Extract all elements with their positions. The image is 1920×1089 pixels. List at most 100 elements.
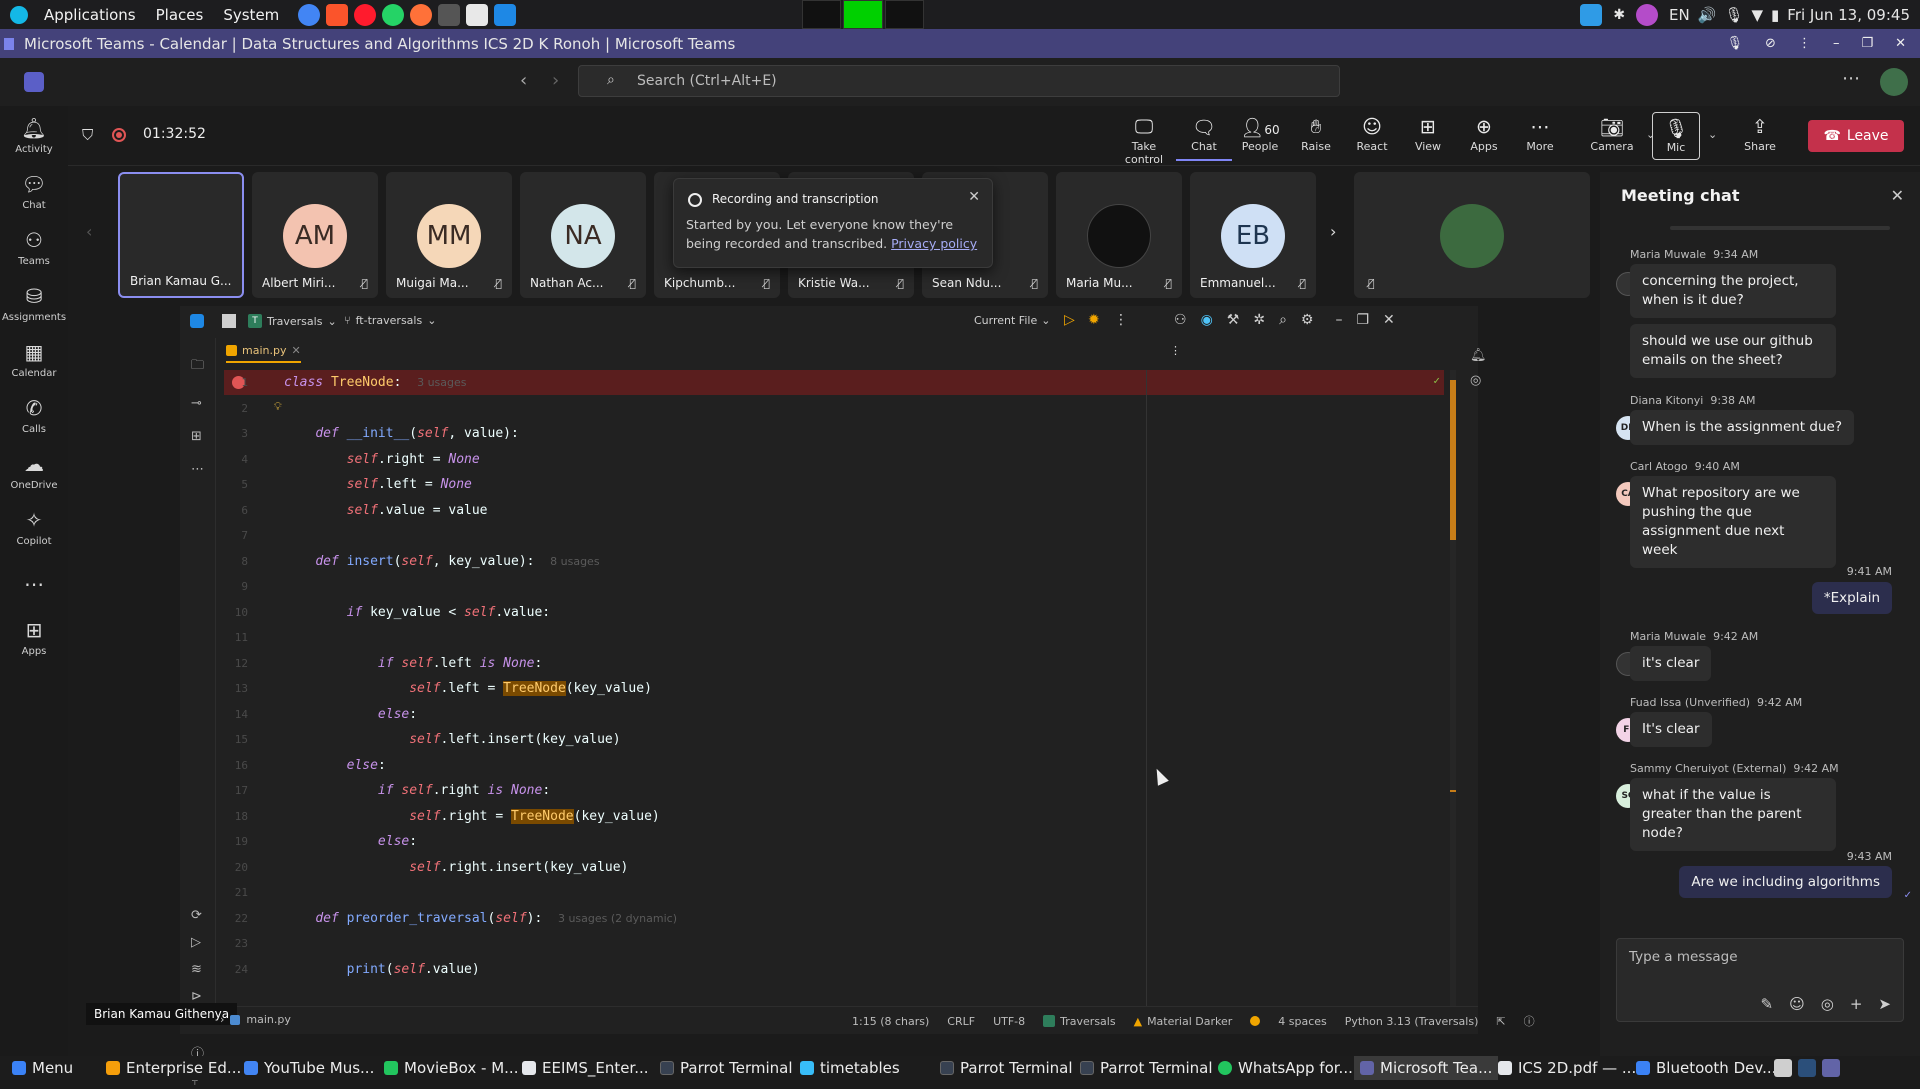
close-icon[interactable]: ✕ xyxy=(1383,312,1395,328)
share-button[interactable]: ⇪ Share xyxy=(1732,116,1788,153)
tray-app-icon[interactable] xyxy=(1798,1059,1816,1077)
status-theme[interactable]: ▲ Material Darker xyxy=(1134,1015,1233,1028)
lock-icon[interactable]: ⇱ xyxy=(1496,1015,1505,1028)
taskbar-item[interactable]: ICS 2D.pdf — ... xyxy=(1498,1058,1636,1078)
clock[interactable]: Fri Jun 13, 09:45 xyxy=(1787,6,1910,24)
code-line[interactable]: 19 else: xyxy=(224,829,1444,854)
status-project[interactable]: Traversals xyxy=(1043,1015,1116,1028)
project-selector[interactable]: T Traversals ⌄ xyxy=(248,314,337,328)
rail-more[interactable]: ⋯ xyxy=(0,572,68,600)
mic-button[interactable]: 🎙︎ Mic xyxy=(1652,112,1700,160)
mic-chevron-icon[interactable]: ⌄ xyxy=(1708,128,1717,141)
participant-tile[interactable]: 🎙̸ xyxy=(1354,172,1590,298)
window-menu-icon[interactable]: ⋮ xyxy=(1798,36,1811,51)
layers-icon[interactable]: ≋ xyxy=(191,962,204,977)
code-line[interactable]: 18 self.right = TreeNode(key_value) xyxy=(224,804,1444,829)
tray-app-icon[interactable] xyxy=(1822,1059,1840,1077)
my-chat-message[interactable]: Are we including algorithms xyxy=(1679,866,1892,898)
participant-tile[interactable]: NA Nathan Ac... 🎙̸ xyxy=(520,172,646,298)
taskbar-item[interactable]: timetables xyxy=(800,1058,900,1078)
run-tool-icon[interactable]: ▷ xyxy=(191,935,204,950)
close-popup-icon[interactable]: ✕ xyxy=(968,189,980,205)
chat-button[interactable]: 🗨︎ Chat xyxy=(1176,116,1232,161)
chrome-icon[interactable] xyxy=(298,3,321,26)
indent-setting[interactable]: 4 spaces xyxy=(1278,1015,1327,1028)
rail-calendar[interactable]: ▦ Calendar xyxy=(0,340,68,379)
react-button[interactable]: ☺ React xyxy=(1344,116,1400,153)
code-line[interactable]: 20 self.right.insert(key_value) xyxy=(224,855,1444,880)
view-button[interactable]: ⊞ View xyxy=(1400,116,1456,153)
code-line[interactable]: 2 xyxy=(224,396,1444,421)
code-line[interactable]: 11 xyxy=(224,625,1444,650)
firefox-icon[interactable] xyxy=(410,3,433,26)
attach-plus-icon[interactable]: + xyxy=(1850,995,1863,1013)
services-icon[interactable]: ⊳ xyxy=(191,989,204,1004)
places-menu[interactable]: Places xyxy=(148,6,212,24)
code-line[interactable]: 9 xyxy=(224,574,1444,599)
taskbar-item-active[interactable]: Microsoft Tea... xyxy=(1354,1056,1499,1080)
code-line[interactable]: 16 else: xyxy=(224,753,1444,778)
code-line[interactable]: 21 xyxy=(224,880,1444,905)
maximize-icon[interactable]: ❐ xyxy=(1861,36,1873,51)
message-compose-box[interactable]: Type a message ✎ ☺ ◎ + ➤ xyxy=(1616,938,1904,1022)
bluetooth-icon[interactable]: ✱ xyxy=(1613,7,1625,23)
participant-tile[interactable]: Brian Kamau G... xyxy=(118,172,244,298)
whatsapp-icon[interactable] xyxy=(382,3,405,26)
format-icon[interactable]: ✎ xyxy=(1761,995,1774,1013)
taskbar-item[interactable]: Bluetooth Dev... xyxy=(1636,1058,1776,1078)
search-input[interactable]: ⌕ Search (Ctrl+Alt+E) xyxy=(578,65,1340,97)
rail-chat[interactable]: 💬︎ Chat xyxy=(0,172,68,211)
chat-message[interactable]: it's clear xyxy=(1630,646,1712,681)
forward-arrow-icon[interactable]: › xyxy=(552,70,559,91)
cloud-icon[interactable] xyxy=(1580,3,1603,26)
code-line[interactable]: 14 else: xyxy=(224,702,1444,727)
code-line[interactable]: 5 self.left = None xyxy=(224,472,1444,497)
opera-icon[interactable] xyxy=(354,3,377,26)
code-line[interactable]: 8 def insert(self, key_value): 8 usages xyxy=(224,549,1444,574)
python-console-icon[interactable]: ⟳ xyxy=(191,908,204,923)
applications-menu[interactable]: Applications xyxy=(36,6,144,24)
emoji-icon[interactable]: ☺ xyxy=(1789,995,1805,1013)
chat-message[interactable]: what if the value is greater than the pa… xyxy=(1630,778,1836,851)
people-button[interactable]: 👤︎60 People xyxy=(1232,116,1288,153)
participant-tile[interactable]: MM Muigai Ma... 🎙̸ xyxy=(386,172,512,298)
close-chat-icon[interactable]: ✕ xyxy=(1891,186,1904,205)
send-icon[interactable]: ➤ xyxy=(1878,995,1891,1013)
more-icon[interactable]: ⋮ xyxy=(1114,312,1128,328)
restore-icon[interactable]: ❐ xyxy=(1356,312,1369,328)
line-endings[interactable]: CRLF xyxy=(947,1015,975,1028)
code-line[interactable]: 15 self.left.insert(key_value) xyxy=(224,727,1444,752)
app-tray-icon[interactable] xyxy=(1636,3,1659,26)
hamburger-icon[interactable] xyxy=(222,314,236,328)
code-line[interactable]: 24 print(self.value) xyxy=(224,957,1444,982)
scroll-left-icon[interactable]: ‹ xyxy=(86,222,92,241)
tabs-menu-icon[interactable]: ⋮ xyxy=(1170,344,1181,357)
file-encoding[interactable]: UTF-8 xyxy=(993,1015,1025,1028)
participant-tile[interactable]: EB Emmanuel... 🎙̸ xyxy=(1190,172,1316,298)
info-icon[interactable]: ⓘ xyxy=(1524,1013,1535,1029)
copilot-icon[interactable]: ◉ xyxy=(1201,312,1213,328)
chat-message[interactable]: What repository are we pushing the que a… xyxy=(1630,476,1836,568)
editor-icon[interactable] xyxy=(466,3,489,26)
apps-button[interactable]: ⊕ Apps xyxy=(1456,116,1512,153)
structure-icon[interactable]: ⊞ xyxy=(191,429,204,444)
folder-icon[interactable]: 🗀 xyxy=(191,356,204,378)
minimize-icon[interactable]: – xyxy=(1833,36,1840,51)
rail-copilot[interactable]: ✧ Copilot xyxy=(0,508,68,547)
code-line[interactable]: 3 def __init__(self, value): xyxy=(224,421,1444,446)
code-line[interactable]: 6 self.value = value xyxy=(224,498,1444,523)
more-options-icon[interactable]: ⋯ xyxy=(1842,68,1860,89)
volume-icon[interactable]: 🔊 xyxy=(1698,6,1717,24)
back-arrow-icon[interactable]: ‹ xyxy=(520,70,527,91)
code-line[interactable]: 7 xyxy=(224,523,1444,548)
privacy-policy-link[interactable]: Privacy policy xyxy=(891,236,977,251)
battery-icon[interactable]: ▮ xyxy=(1771,6,1779,24)
taskbar-item[interactable]: EEIMS_Enter... xyxy=(522,1058,649,1078)
taskbar-item[interactable]: Parrot Terminal xyxy=(1080,1058,1213,1078)
rail-onedrive[interactable]: ☁ OneDrive xyxy=(0,452,68,491)
branch-selector[interactable]: ⑂ ft-traversals ⌄ xyxy=(344,314,436,327)
ai-assistant-icon[interactable]: ◎ xyxy=(1470,373,1487,388)
vscode-icon[interactable] xyxy=(494,3,517,26)
tray-app-icon[interactable] xyxy=(1774,1059,1792,1077)
code-line[interactable]: 22 def preorder_traversal(self): 3 usage… xyxy=(224,906,1444,931)
